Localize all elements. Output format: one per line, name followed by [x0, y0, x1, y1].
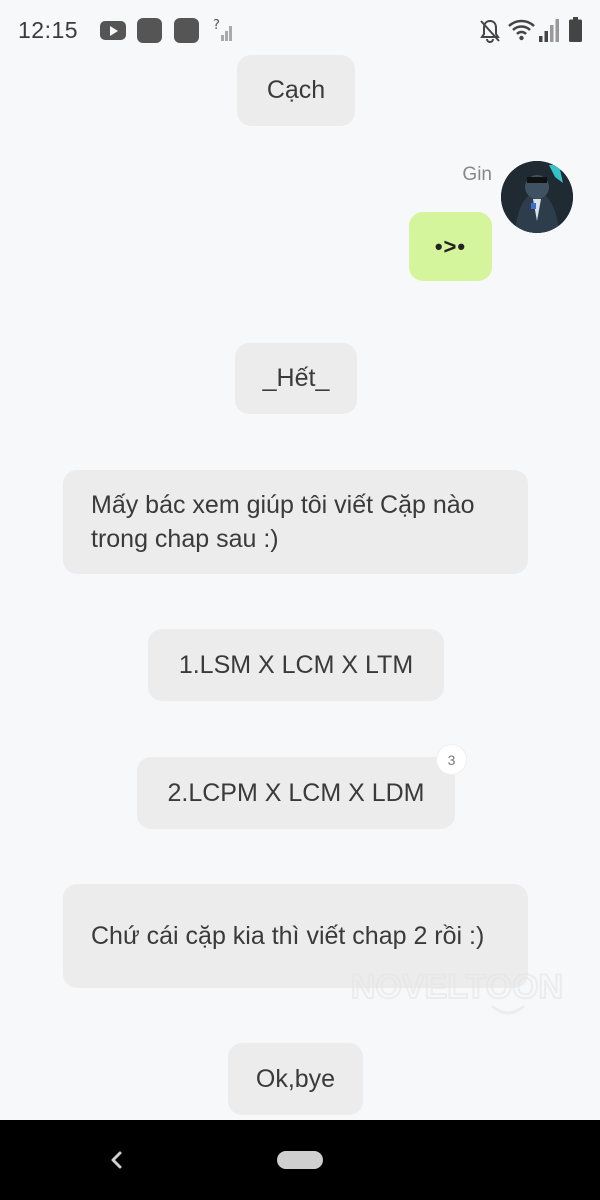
- chat-message-bubble[interactable]: _Hết_: [235, 343, 357, 414]
- message-text: Ok,bye: [255, 1064, 336, 1093]
- message-text: 2.LCPM X LCM X LDM: [167, 778, 425, 807]
- no-signal-icon: ?: [213, 18, 232, 41]
- message-text: Cạch: [266, 76, 326, 104]
- svg-text:?: ?: [213, 18, 220, 33]
- chat-message-bubble[interactable]: Mấy bác xem giúp tôi viết Cặp nào trong …: [63, 470, 528, 574]
- avatar-icon[interactable]: [501, 161, 573, 233]
- bell-off-icon: [480, 19, 500, 43]
- sender-name: Gin: [462, 164, 492, 185]
- message-text: •>•: [434, 233, 467, 259]
- wifi-icon: [508, 19, 535, 41]
- message-text: Mấy bác xem giúp tôi viết Cặp nào trong …: [91, 491, 475, 553]
- status-time: 12:15: [18, 17, 79, 43]
- cellular-signal-icon: [539, 19, 559, 42]
- message-text: _Hết_: [262, 364, 330, 392]
- comment-count-badge[interactable]: 3: [436, 744, 467, 775]
- message-text: 1.LSM X LCM X LTM: [178, 650, 414, 679]
- status-bar: 12:15 ?: [0, 0, 600, 62]
- chat-message-bubble[interactable]: Cạch: [237, 55, 355, 126]
- app-square-icon: [174, 18, 199, 43]
- battery-icon: [569, 17, 582, 42]
- back-icon[interactable]: [104, 1148, 128, 1172]
- chat-message-bubble[interactable]: Ok,bye: [228, 1043, 363, 1115]
- watermark-text: NOVELTOON: [351, 968, 563, 1006]
- chat-message-bubble[interactable]: 1.LSM X LCM X LTM: [148, 629, 444, 701]
- message-text: Chứ cái cặp kia thì viết chap 2 rồi :): [91, 922, 485, 950]
- home-pill-icon[interactable]: [277, 1151, 323, 1169]
- chat-message-bubble[interactable]: 2.LCPM X LCM X LDM: [137, 757, 455, 829]
- youtube-icon: [100, 21, 126, 40]
- my-message-bubble[interactable]: •>•: [409, 212, 492, 281]
- noveltoon-watermark: NOVELTOON: [350, 967, 564, 1015]
- app-square-icon: [137, 18, 162, 43]
